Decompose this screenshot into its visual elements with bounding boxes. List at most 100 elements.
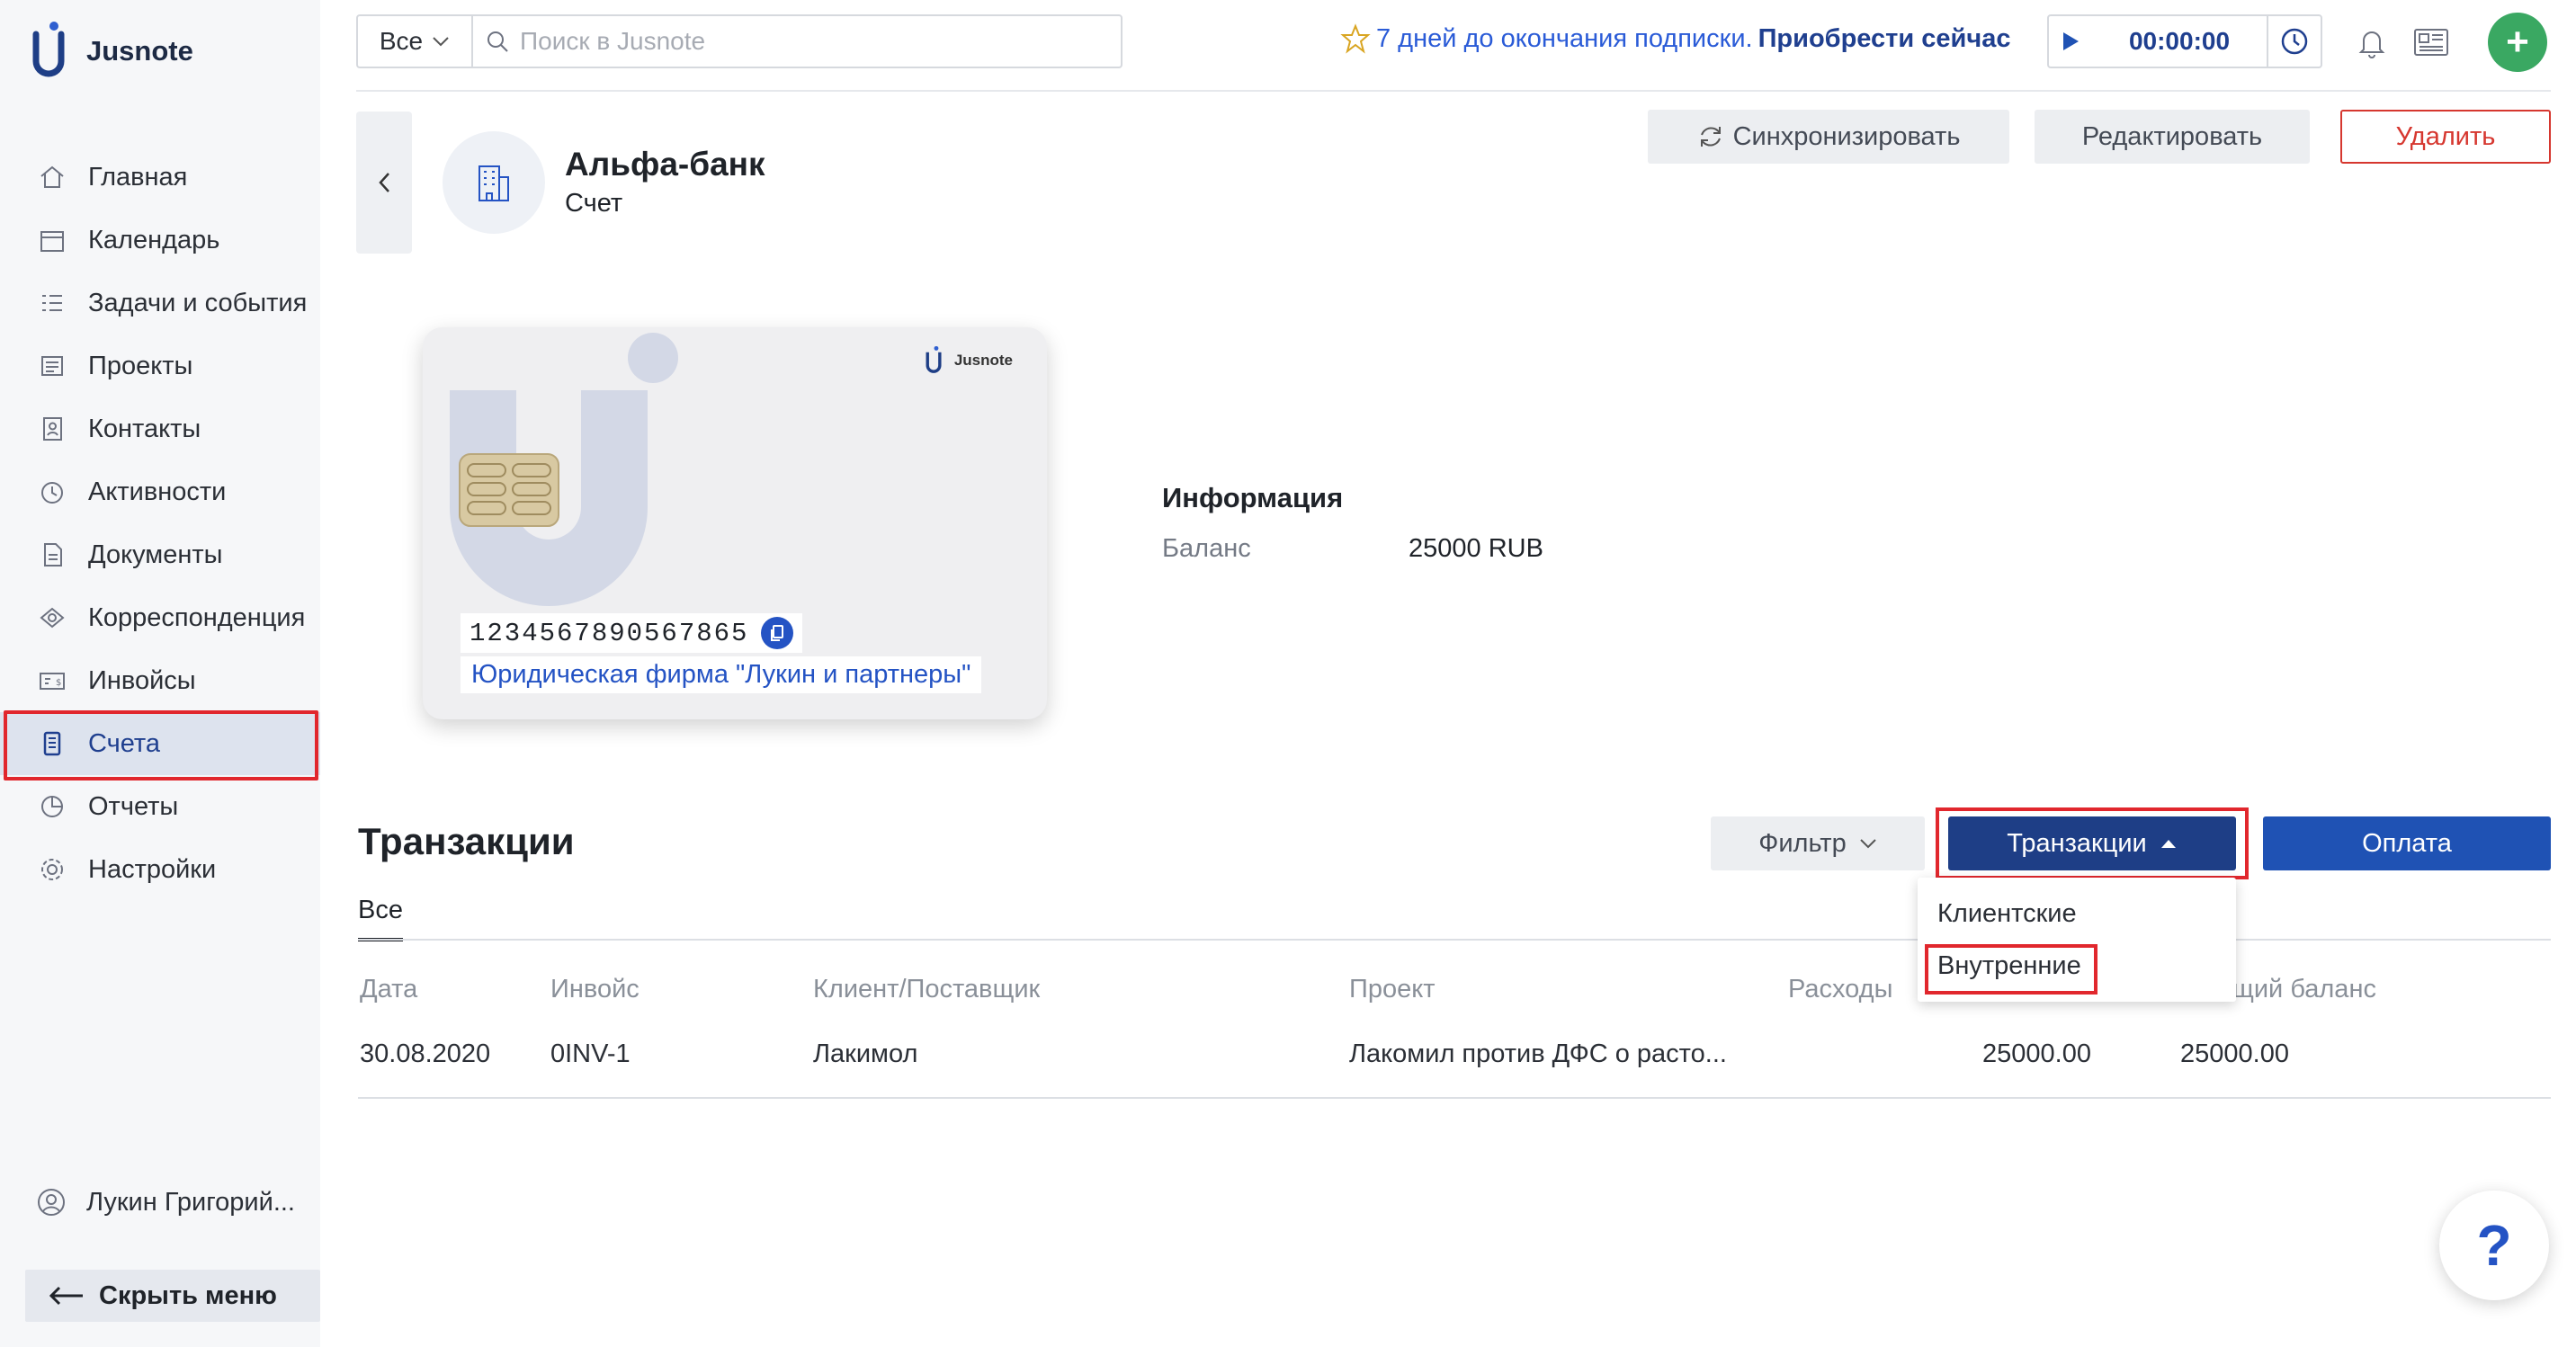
cell-project: Лакомил против ДФС о расто...	[1349, 1039, 1727, 1068]
transactions-dropdown-button[interactable]: Транзакции	[1948, 816, 2236, 870]
sync-button[interactable]: Синхронизировать	[1648, 110, 2009, 164]
sidebar-item-correspondence[interactable]: Корреспонденция	[0, 586, 320, 649]
page-subtitle: Счет	[565, 189, 623, 218]
sync-label: Синхронизировать	[1732, 121, 1961, 151]
help-button[interactable]: ?	[2439, 1191, 2549, 1300]
sidebar-item-accounts[interactable]: Счета	[0, 712, 320, 775]
row-divider	[358, 1097, 2551, 1099]
subscription-link[interactable]: Приобрести сейчас	[1758, 24, 2011, 54]
page-title: Альфа-банк	[565, 146, 765, 183]
logo[interactable]: Jusnote	[32, 20, 193, 83]
card-number: 1234567890567865	[461, 613, 803, 653]
bell-icon	[2358, 31, 2385, 58]
copy-icon[interactable]	[761, 617, 794, 649]
timer-play-button[interactable]	[2049, 16, 2092, 67]
account-card: Jusnote 1234567890567865 Юридическая фир…	[423, 327, 1047, 719]
sidebar-item-home[interactable]: Главная	[0, 146, 320, 209]
news-button[interactable]	[2411, 22, 2452, 63]
sidebar-item-invoices[interactable]: $ Инвойсы	[0, 649, 320, 712]
tasks-icon	[36, 287, 68, 319]
sidebar-item-label: Настройки	[88, 854, 217, 884]
add-button[interactable]: +	[2488, 13, 2547, 72]
play-icon	[2063, 32, 2079, 50]
cell-balance: 25000.00	[2180, 1039, 2289, 1068]
cell-client: Лакимол	[813, 1039, 918, 1068]
sidebar-item-reports[interactable]: Отчеты	[0, 775, 320, 838]
sidebar-item-documents[interactable]: Документы	[0, 523, 320, 586]
sidebar-item-label: Главная	[88, 162, 188, 192]
sidebar-item-label: Контакты	[88, 414, 201, 443]
sidebar-item-label: Активности	[88, 477, 227, 506]
timer-value: 00:00:00	[2128, 27, 2231, 55]
user-name: Лукин Григорий...	[86, 1187, 295, 1217]
news-icon	[2414, 29, 2448, 56]
sidebar-item-contacts[interactable]: Контакты	[0, 397, 320, 460]
correspondence-icon	[36, 602, 68, 634]
column-header-date[interactable]: Дата	[360, 975, 417, 1004]
hide-menu-button[interactable]: Скрыть меню	[25, 1270, 320, 1322]
column-header-invoice[interactable]: Инвойс	[550, 975, 640, 1004]
sidebar-nav: Главная Календарь Задачи и события Проек…	[0, 146, 320, 901]
account-avatar	[443, 131, 545, 234]
calendar-icon	[36, 224, 68, 256]
invoices-icon: $	[36, 665, 68, 697]
app-root: Jusnote Главная Календарь Задачи и событ…	[0, 0, 2576, 1347]
tab-all[interactable]: Все	[358, 896, 403, 941]
filter-button[interactable]: Фильтр	[1711, 816, 1925, 870]
search-box	[471, 14, 1123, 68]
sidebar-item-tasks[interactable]: Задачи и события	[0, 272, 320, 335]
edit-button[interactable]: Редактировать	[2035, 110, 2310, 164]
sidebar-item-calendar[interactable]: Календарь	[0, 209, 320, 272]
search-input[interactable]	[520, 27, 1096, 56]
search-scope-value: Все	[379, 27, 424, 55]
building-icon	[479, 165, 509, 201]
column-header-project[interactable]: Проект	[1349, 975, 1436, 1004]
sidebar-item-label: Документы	[88, 540, 223, 569]
balance-label: Баланс	[1162, 534, 1251, 563]
sidebar-item-projects[interactable]: Проекты	[0, 335, 320, 397]
column-header-client[interactable]: Клиент/Поставщик	[813, 975, 1040, 1004]
subscription-text: 7 дней до окончания подписки.	[1376, 23, 1753, 53]
sync-icon	[1700, 127, 1721, 147]
column-header-balance[interactable]: щий баланс	[2232, 975, 2376, 1004]
column-header-expenses[interactable]: Расходы	[1788, 975, 1892, 1004]
notifications-button[interactable]	[2351, 22, 2393, 63]
sidebar-item-label: Корреспонденция	[88, 602, 306, 632]
activity-icon	[36, 476, 68, 508]
chip-icon	[459, 453, 559, 527]
cell-date: 30.08.2020	[360, 1039, 491, 1068]
delete-button[interactable]: Удалить	[2340, 110, 2551, 164]
payment-button[interactable]: Оплата	[2263, 816, 2551, 870]
card-number-value: 1234567890567865	[470, 618, 749, 648]
gear-icon	[36, 853, 68, 886]
chevron-left-icon	[379, 173, 389, 192]
menu-item-internal[interactable]: Внутренние	[1937, 951, 2081, 981]
chevron-down-icon	[1859, 839, 1876, 849]
jusnote-logo-icon	[926, 345, 942, 373]
topbar: Все 7 дней до окончания подписки. Приобр…	[356, 0, 2551, 92]
user-profile[interactable]: Лукин Григорий...	[36, 1187, 295, 1218]
info-title: Информация	[1162, 482, 1344, 513]
sidebar-item-label: Инвойсы	[88, 665, 196, 695]
sidebar-item-settings[interactable]: Настройки	[0, 838, 320, 901]
menu-item-client[interactable]: Клиентские	[1937, 899, 2077, 929]
caret-up-icon	[2160, 840, 2176, 848]
timer-history-button[interactable]	[2267, 16, 2321, 67]
question-icon: ?	[2476, 1213, 2512, 1278]
contacts-icon	[36, 413, 68, 445]
cell-amount: 25000.00	[1982, 1039, 2091, 1068]
transactions-dropdown-menu: Клиентские Внутренние	[1918, 878, 2236, 1002]
clock-icon	[2281, 28, 2308, 55]
accounts-icon	[36, 727, 68, 760]
search-scope-select[interactable]: Все	[356, 14, 471, 68]
card-organization[interactable]: Юридическая фирма "Лукин и партнеры"	[461, 656, 982, 693]
timer: 00:00:00	[2047, 14, 2322, 68]
sidebar-item-label: Отчеты	[88, 791, 179, 821]
card-brand: Jusnote	[953, 352, 1013, 369]
back-button[interactable]	[356, 112, 412, 254]
subscription-notice: 7 дней до окончания подписки. Приобрести…	[1340, 23, 2010, 54]
sidebar-item-activity[interactable]: Активности	[0, 460, 320, 523]
projects-icon	[36, 350, 68, 382]
cell-invoice[interactable]: 0INV-1	[550, 1039, 631, 1069]
sidebar-item-label: Счета	[88, 728, 160, 758]
